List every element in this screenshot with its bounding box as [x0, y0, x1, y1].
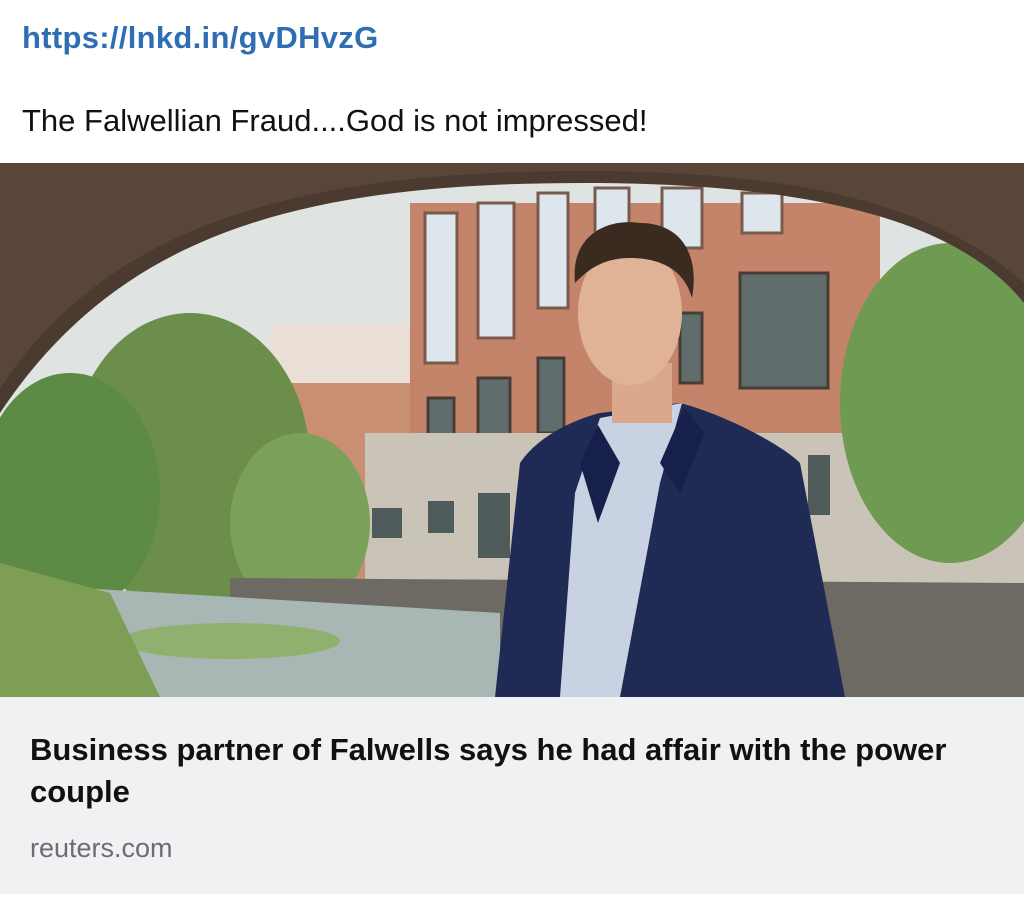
- post-text: The Falwellian Fraud....God is not impre…: [22, 103, 648, 138]
- link-preview-card[interactable]: Business partner of Falwells says he had…: [0, 163, 1024, 894]
- article-photo: [0, 163, 1024, 697]
- link-preview-image[interactable]: [0, 163, 1024, 697]
- link-preview-headline[interactable]: Business partner of Falwells says he had…: [30, 729, 990, 813]
- link-preview-domain: reuters.com: [30, 833, 173, 863]
- post-link[interactable]: https://lnkd.in/gvDHvzG: [22, 20, 379, 56]
